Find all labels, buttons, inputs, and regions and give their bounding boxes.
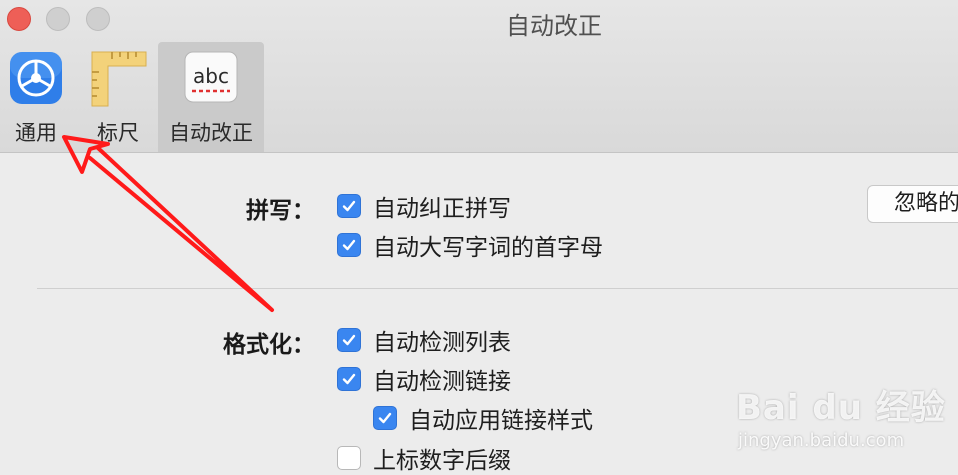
auto-capitalize-option[interactable]: 自动大写字词的首字母: [337, 230, 603, 261]
auto-capitalize-checkbox[interactable]: [337, 233, 361, 257]
watermark-url: jingyan.baidu.com: [738, 430, 905, 451]
detect-links-option[interactable]: 自动检测链接: [337, 364, 511, 395]
window-titlebar: 自动改正 通用 标尺 abc 自动改正: [0, 0, 958, 153]
detect-links-label: 自动检测链接: [373, 369, 511, 395]
checkmark-icon: [342, 334, 356, 346]
abc-spellcheck-icon: abc: [183, 50, 239, 108]
ruler-icon: [88, 50, 148, 112]
detect-lists-option[interactable]: 自动检测列表: [337, 325, 511, 356]
tab-ruler[interactable]: 标尺: [80, 42, 156, 152]
auto-capitalize-label: 自动大写字词的首字母: [373, 235, 603, 261]
apply-link-style-checkbox[interactable]: [373, 406, 397, 430]
checkmark-icon: [342, 239, 356, 251]
section-divider: [37, 288, 958, 289]
formatting-section-label: 格式化：: [223, 332, 315, 358]
auto-correct-spelling-option[interactable]: 自动纠正拼写: [337, 191, 511, 222]
gear-icon: [8, 50, 64, 110]
auto-correct-spelling-checkbox[interactable]: [337, 194, 361, 218]
tab-general-label: 通用: [15, 121, 57, 145]
watermark-brand: Bai du 经验: [736, 388, 946, 428]
detect-lists-checkbox[interactable]: [337, 328, 361, 352]
apply-link-style-label: 自动应用链接样式: [409, 408, 593, 434]
checkmark-icon: [378, 412, 392, 424]
baidu-watermark: Bai du 经验 jingyan.baidu.com: [736, 372, 958, 470]
ignored-words-button[interactable]: 忽略的: [867, 185, 958, 223]
tab-general[interactable]: 通用: [0, 42, 72, 152]
auto-correct-spelling-label: 自动纠正拼写: [373, 196, 511, 222]
detect-lists-label: 自动检测列表: [373, 330, 511, 356]
superscript-suffix-checkbox[interactable]: [337, 446, 361, 470]
svg-text:abc: abc: [193, 64, 229, 88]
window-title: 自动改正: [506, 12, 602, 40]
detect-links-checkbox[interactable]: [337, 367, 361, 391]
tab-ruler-label: 标尺: [97, 121, 139, 145]
checkmark-icon: [342, 200, 356, 212]
tab-autocorrect-label: 自动改正: [169, 121, 253, 145]
apply-link-style-option[interactable]: 自动应用链接样式: [373, 403, 593, 434]
checkmark-icon: [342, 373, 356, 385]
superscript-suffix-option[interactable]: 上标数字后缀: [337, 443, 511, 474]
spelling-section-label: 拼写：: [246, 198, 315, 224]
tab-autocorrect[interactable]: abc 自动改正: [158, 42, 264, 152]
